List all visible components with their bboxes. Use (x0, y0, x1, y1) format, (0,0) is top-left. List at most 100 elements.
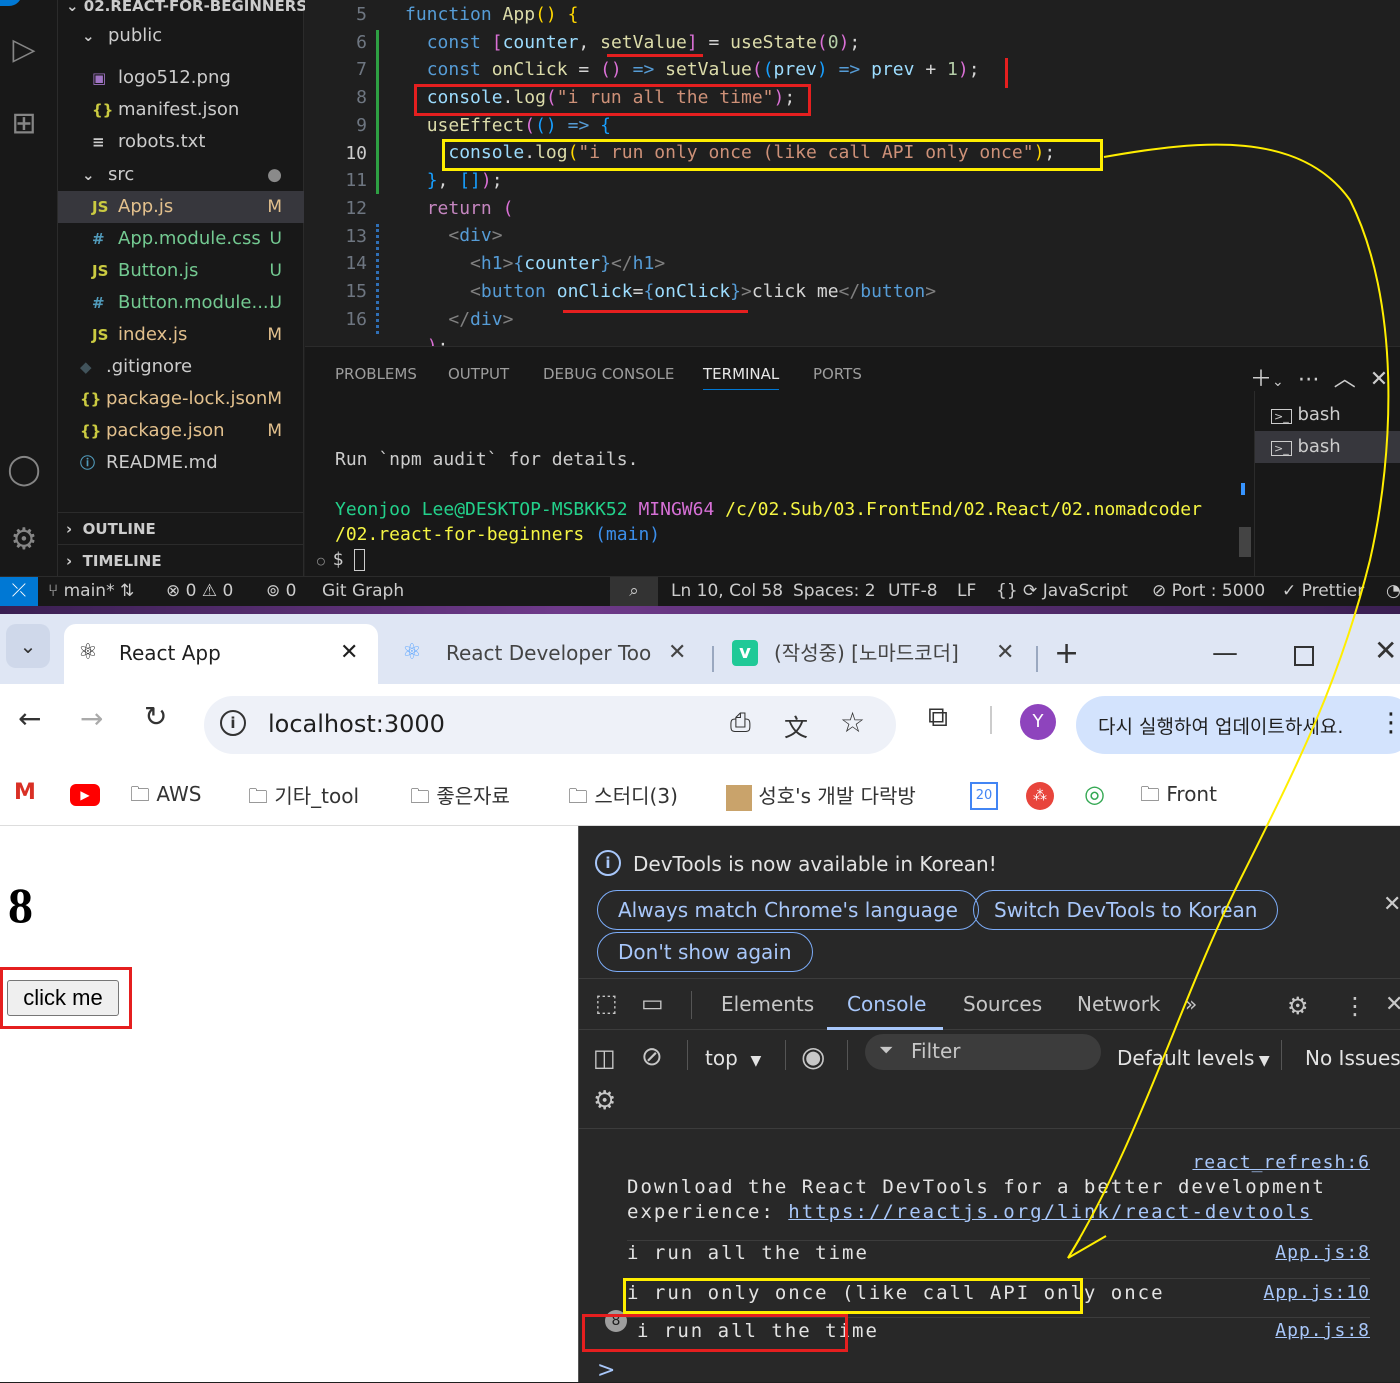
explorer-root[interactable]: ⌄ 02.REACT-FOR-BEGINNERS (58, 0, 307, 22)
devtools-settings-icon[interactable]: ⚙ (1287, 992, 1309, 1020)
tab-close-icon[interactable]: ✕ (996, 624, 1014, 682)
tree-item-readme-md[interactable]: ⓘ README.md (58, 447, 304, 479)
dont-show-again-button[interactable]: Don't show again (597, 932, 813, 972)
more-icon[interactable]: ⋯ (1298, 367, 1320, 392)
new-tab-icon[interactable]: + (1054, 636, 1079, 671)
inspect-element-icon[interactable]: ⬚ (595, 989, 618, 1017)
problems-status[interactable]: ⊗ 0 ⚠ 0 (166, 581, 233, 601)
tree-item-app-module-css[interactable]: # App.module.css U (58, 223, 304, 255)
terminal-dropdown-icon[interactable]: ⌄ (1272, 374, 1284, 390)
account-icon[interactable]: ◯ (4, 450, 44, 490)
tree-item-button-js[interactable]: JS Button.js U (58, 255, 304, 287)
console-settings-icon[interactable]: ⚙ (593, 1086, 616, 1116)
filter-input[interactable]: ⏷ Filter (865, 1034, 1101, 1070)
chrome-menu-icon[interactable]: ⋮ (1378, 708, 1400, 738)
tab-elements[interactable]: Elements (721, 992, 814, 1016)
close-window-icon[interactable]: ✕ (1374, 634, 1397, 667)
extensions-icon[interactable]: ⊞ (4, 104, 44, 144)
bookmark-star-icon[interactable]: ☆ (840, 706, 865, 739)
app-green-icon[interactable]: ◎ (1084, 780, 1105, 808)
cursor-position[interactable]: Ln 10, Col 58 (671, 581, 783, 601)
tree-item-robots-txt[interactable]: ≡ robots.txt (58, 126, 304, 158)
tab-network[interactable]: Network (1077, 992, 1161, 1016)
ports-status[interactable]: ⊚ 0 (266, 581, 296, 601)
timeline-section[interactable]: › TIMELINE (58, 544, 304, 576)
prettier-status[interactable]: ✓ Prettier (1282, 581, 1364, 601)
install-app-icon[interactable]: ⎙ (730, 708, 751, 739)
tree-item-public[interactable]: ⌄ public (58, 20, 304, 52)
maximize-panel-icon[interactable]: ︿ (1334, 367, 1356, 392)
tree-item-app-js[interactable]: JS App.js M (58, 191, 304, 223)
message-source-link[interactable]: App.js:8 (1275, 1242, 1370, 1263)
tab-react-devtools[interactable]: ⚛ React Developer Tool ✕ (400, 624, 700, 682)
indentation[interactable]: Spaces: 2 (793, 581, 876, 601)
live-server-status[interactable]: ⊘ Port : 5000 (1152, 581, 1265, 601)
bookmark-etc-tool[interactable]: 🗀 기타_tool (248, 780, 359, 816)
devtools-link[interactable]: https://reactjs.org/link/react-devtools (788, 1201, 1312, 1223)
extensions-puzzle-icon[interactable]: ⧉ (928, 700, 948, 734)
tree-item-package-json[interactable]: {} package.json M (58, 415, 304, 447)
git-graph-button[interactable]: Git Graph (322, 581, 404, 601)
calendar-icon[interactable]: 20 (970, 782, 998, 810)
bookmark-good-materials[interactable]: 🗀 좋은자료 (410, 780, 510, 816)
log-levels-dropdown[interactable]: Default levels ▼ (1117, 1046, 1270, 1070)
update-chip[interactable]: 다시 실행하여 업데이트하세요. ⋮ (1076, 696, 1400, 754)
bookmark-front[interactable]: 🗀 Front (1140, 780, 1217, 814)
tab-close-icon[interactable]: ✕ (668, 624, 686, 682)
issues-counter[interactable]: No Issues (1305, 1046, 1400, 1070)
youtube-icon[interactable]: ▶ (70, 784, 100, 806)
message-source-link[interactable]: react_refresh:6 (1192, 1152, 1370, 1173)
devtools-menu-icon[interactable]: ⋮ (1343, 992, 1367, 1020)
zoom-search-icon[interactable]: ⌕ (610, 577, 658, 606)
bookmark-blog[interactable]: 성호's 개발 다락방 (726, 780, 916, 811)
tree-item-manifest-json[interactable]: {} manifest.json (58, 94, 304, 126)
panel-tab-output[interactable]: OUTPUT (448, 365, 509, 383)
message-source-link[interactable]: App.js:10 (1263, 1282, 1370, 1303)
branch-status[interactable]: ⑂ main* ⇅ (48, 581, 134, 601)
reload-icon[interactable]: ↻ (144, 700, 167, 733)
translate-icon[interactable]: 文 (784, 708, 808, 743)
outline-section[interactable]: › OUTLINE (58, 512, 304, 544)
bookmark-study[interactable]: 🗀 스터디(3) (568, 780, 678, 816)
terminal-input-line[interactable]: ○ $ (317, 549, 366, 571)
always-match-language-button[interactable]: Always match Chrome's language (597, 890, 979, 930)
forward-arrow-icon[interactable]: → (80, 702, 103, 735)
context-selector[interactable]: top ▼ (705, 1046, 761, 1070)
terminal-list-item-active[interactable]: >_ bash (1255, 431, 1400, 463)
tab-console[interactable]: Console (847, 992, 926, 1016)
device-toolbar-icon[interactable]: ▭ (641, 989, 664, 1017)
url-text[interactable]: localhost:3000 (268, 710, 445, 738)
tab-close-icon[interactable]: ✕ (340, 624, 358, 682)
minimize-icon[interactable]: — (1212, 638, 1238, 668)
tree-item-button-module-[interactable]: # Button.module.... U (58, 287, 304, 319)
panel-tab-terminal[interactable]: TERMINAL (703, 365, 780, 390)
sidebar-toggle-icon[interactable]: ◫ (593, 1044, 616, 1072)
message-source-link[interactable]: App.js:8 (1275, 1320, 1370, 1341)
terminal-scrollbar[interactable] (1239, 527, 1251, 557)
tree-item--gitignore[interactable]: ◆ .gitignore (58, 351, 304, 383)
manage-gear-icon[interactable]: ⚙ (4, 520, 44, 560)
tree-item-src[interactable]: ⌄ src ● (58, 159, 304, 191)
bookmark-aws[interactable]: 🗀 AWS (130, 780, 201, 814)
console-prompt[interactable]: > (597, 1358, 615, 1383)
tab-sources[interactable]: Sources (963, 992, 1042, 1016)
address-bar[interactable]: i localhost:3000 ⎙ 文 ☆ (204, 696, 896, 754)
panel-tab-ports[interactable]: PORTS (813, 365, 862, 383)
run-debug-icon[interactable]: ▷ (4, 30, 44, 70)
banner-close-icon[interactable]: ✕ (1383, 892, 1400, 917)
bell-icon[interactable]: ◔ (1386, 581, 1400, 601)
new-terminal-icon[interactable]: ＋ (1250, 367, 1272, 392)
panel-tab-debug-console[interactable]: DEBUG CONSOLE (543, 365, 674, 383)
tab-velog[interactable]: v (작성중) [노마드코더] ✕ (730, 624, 1030, 682)
gmail-icon[interactable]: M (14, 780, 36, 805)
app-red-icon[interactable]: ⁂ (1026, 782, 1054, 810)
clear-console-icon[interactable]: ⊘ (641, 1042, 663, 1072)
terminal-list-item[interactable]: >_ bash (1255, 399, 1400, 431)
site-info-icon[interactable]: i (220, 710, 246, 736)
language-status[interactable]: {} ⟳ JavaScript (996, 581, 1128, 601)
code-editor[interactable]: 5 6 7 8 9 10 11 12 13 14 15 16 function App() { con… (305, 0, 1400, 357)
profile-avatar[interactable]: Y (1020, 704, 1056, 740)
switch-to-korean-button[interactable]: Switch DevTools to Korean (973, 890, 1279, 930)
tab-search-chevron-icon[interactable]: ⌄ (6, 624, 50, 668)
remote-icon[interactable]: ⤫ (0, 577, 38, 606)
